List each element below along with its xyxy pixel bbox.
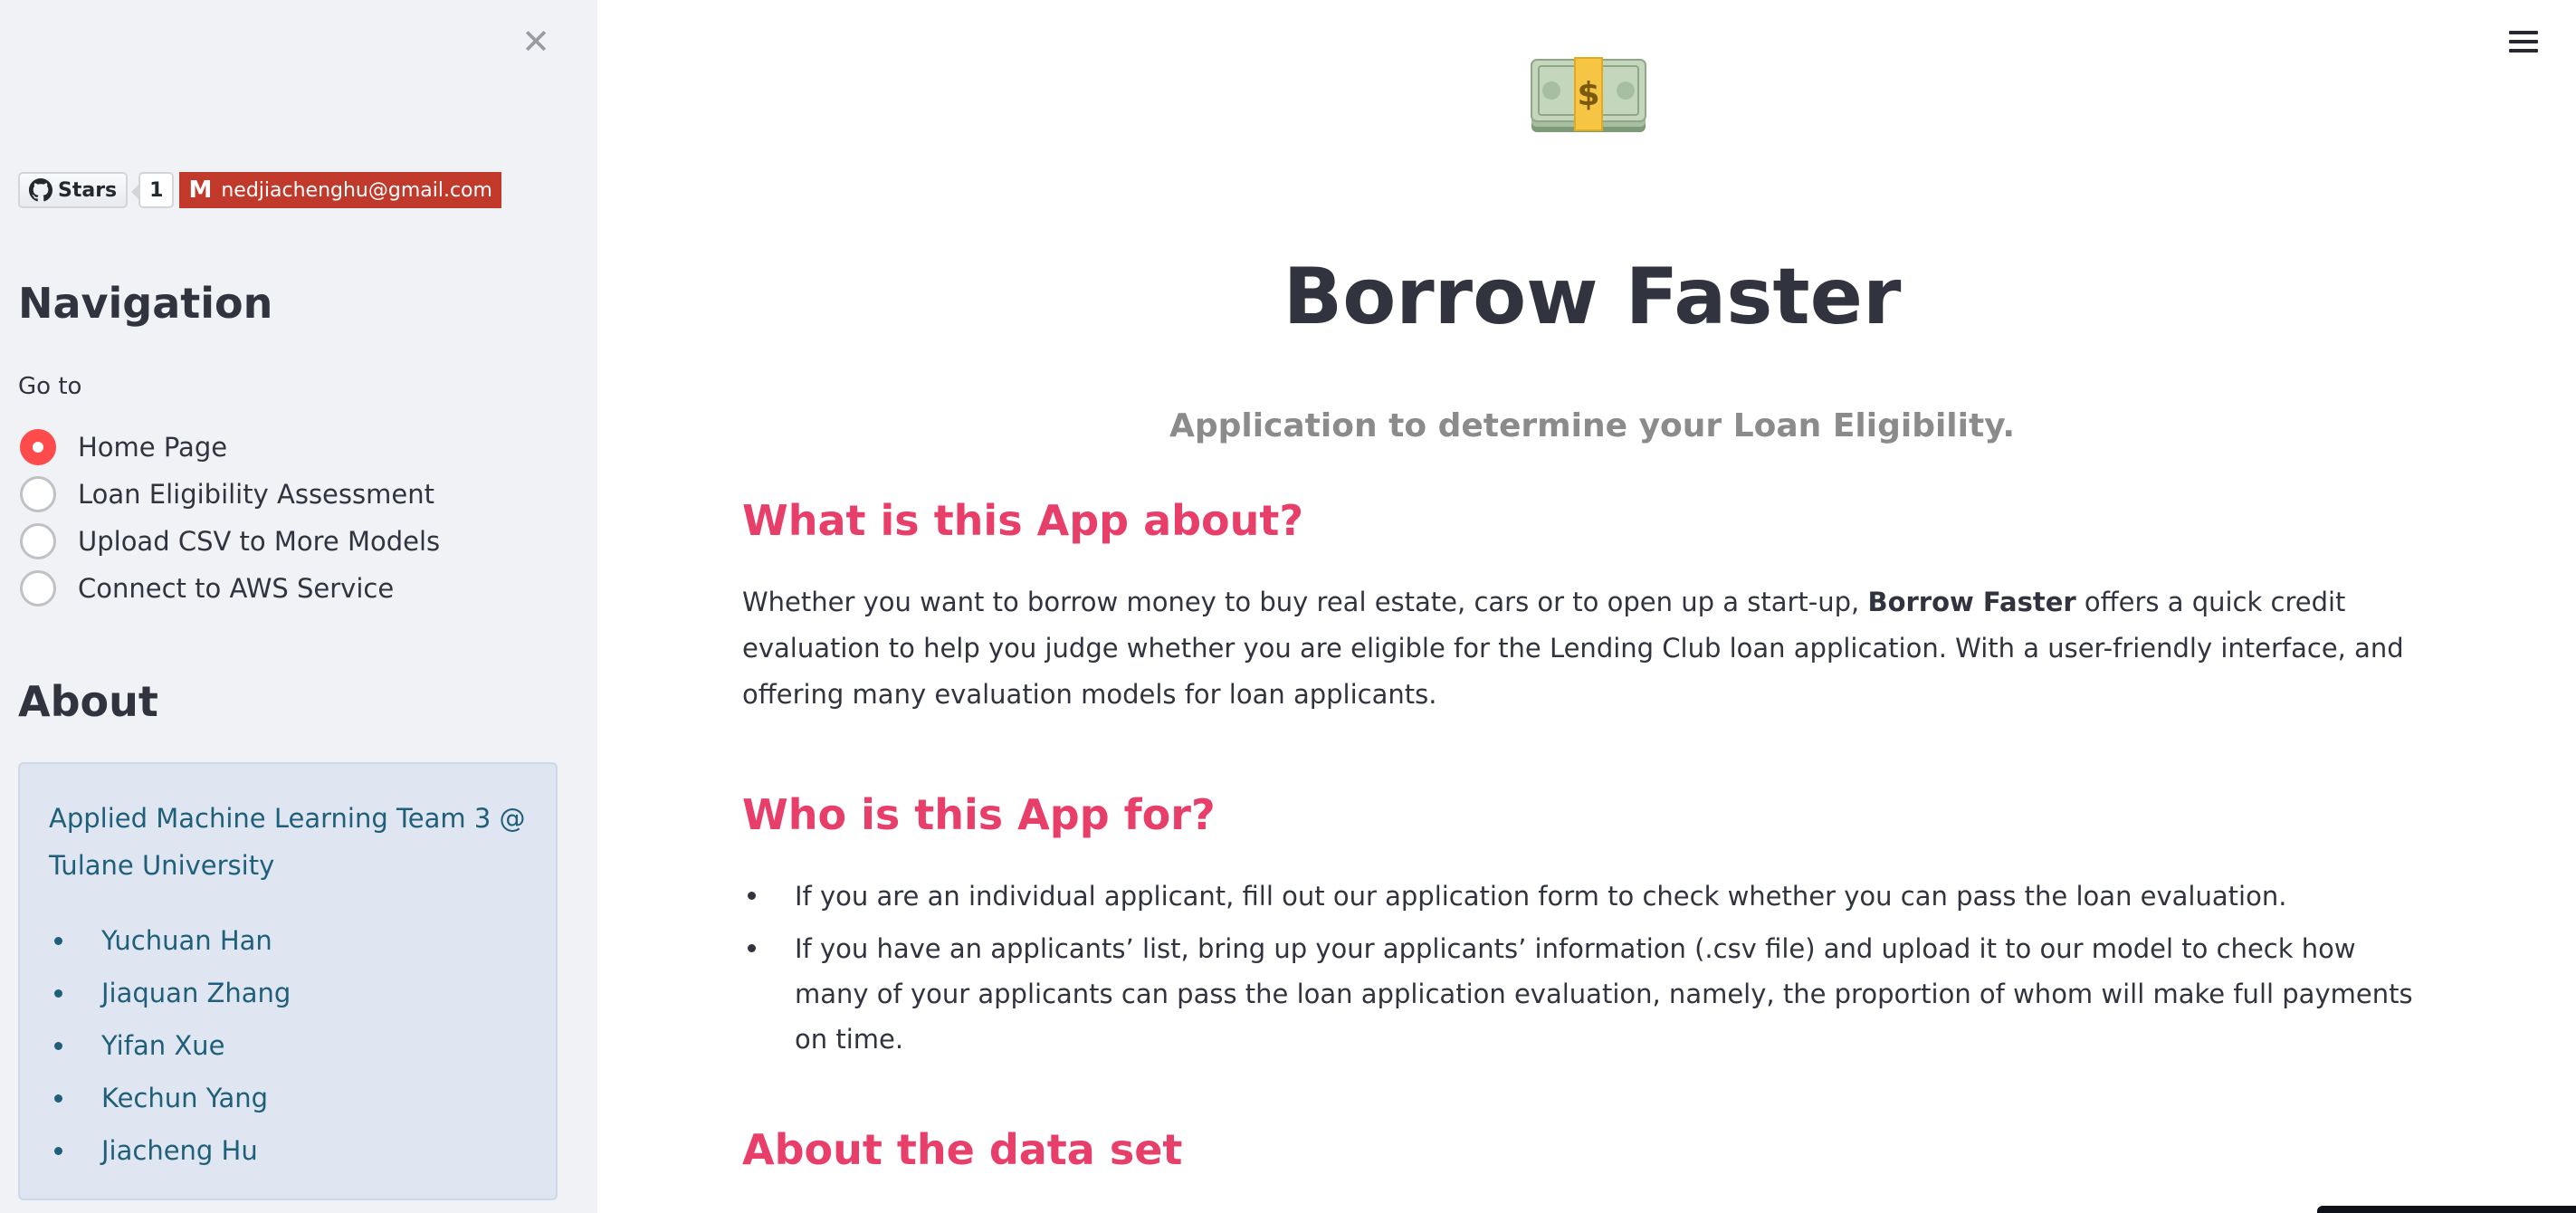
radio-button[interactable] [20,476,56,512]
github-stars-label: Stars [58,178,118,202]
nav-option-home-page[interactable]: Home Page [20,424,440,471]
nav-option-label: Loan Eligibility Assessment [78,479,434,510]
nav-option-label: Upload CSV to More Models [78,526,441,557]
content-body: What is this App about? Whether you want… [742,496,2426,1208]
email-address: nedjiachenghu@gmail.com [221,178,492,202]
paragraph-text: Whether you want to borrow money to buy … [742,587,1868,617]
nav-option-loan-eligibility[interactable]: Loan Eligibility Assessment [20,471,440,518]
close-icon[interactable]: ✕ [520,24,552,59]
member-item: Jiaquan Zhang [49,967,527,1019]
paragraph-bold-text: Borrow Faster [1867,587,2076,617]
page-subtitle: Application to determine your Loan Eligi… [1169,407,2016,444]
nav-option-aws-service[interactable]: Connect to AWS Service [20,565,440,612]
member-item: Yuchuan Han [49,914,527,967]
radio-button[interactable] [20,570,56,606]
about-heading: About [18,677,158,726]
about-info-box: Applied Machine Learning Team 3 @ Tulane… [18,762,558,1200]
page-title: Borrow Faster [1283,252,1902,342]
member-item: Jiacheng Hu [49,1124,527,1177]
github-stars-badge[interactable]: Stars [18,172,129,208]
section-title-who: Who is this App for? [742,790,1216,839]
section-title-data: About the data set [742,1125,1183,1174]
about-team: Applied Machine Learning Team 3 @ Tulane… [49,803,526,881]
main-content: $ Borrow Faster Application to determine… [597,0,2576,1213]
hamburger-menu-icon[interactable] [2509,31,2538,56]
bullet-item: If you have an applicants’ list, bring u… [742,926,2426,1062]
github-stars-count[interactable]: 1 [131,172,175,208]
navigation-heading: Navigation [18,279,273,328]
github-icon [29,178,52,202]
goto-label: Go to [18,373,82,400]
bullet-item: If you are an individual applicant, fill… [742,874,2426,919]
nav-option-label: Connect to AWS Service [78,573,395,604]
who-bullet-list: If you are an individual applicant, fill… [742,874,2426,1062]
radio-button[interactable] [20,429,56,465]
svg-text:$: $ [1577,76,1599,113]
member-list: Yuchuan Han Jiaquan Zhang Yifan Xue Kech… [49,914,527,1177]
gmail-icon: M [188,177,213,204]
member-item: Yifan Xue [49,1019,527,1072]
badges-row: Stars 1 M nedjiachenghu@gmail.com [18,172,501,208]
nav-option-label: Home Page [78,432,228,463]
section-paragraph-what: Whether you want to borrow money to buy … [742,579,2426,718]
status-widget [2317,1206,2576,1213]
navigation-radio-group: Home Page Loan Eligibility Assessment Up… [20,424,440,612]
email-badge[interactable]: M nedjiachenghu@gmail.com [179,172,501,208]
radio-button[interactable] [20,523,56,559]
money-bag-icon: $ [1531,57,1646,132]
nav-option-upload-csv[interactable]: Upload CSV to More Models [20,518,440,565]
member-item: Kechun Yang [49,1072,527,1124]
sidebar: ✕ Stars 1 M nedjiachenghu@gmail.com Navi… [0,0,597,1213]
section-title-what: What is this App about? [742,496,1304,545]
